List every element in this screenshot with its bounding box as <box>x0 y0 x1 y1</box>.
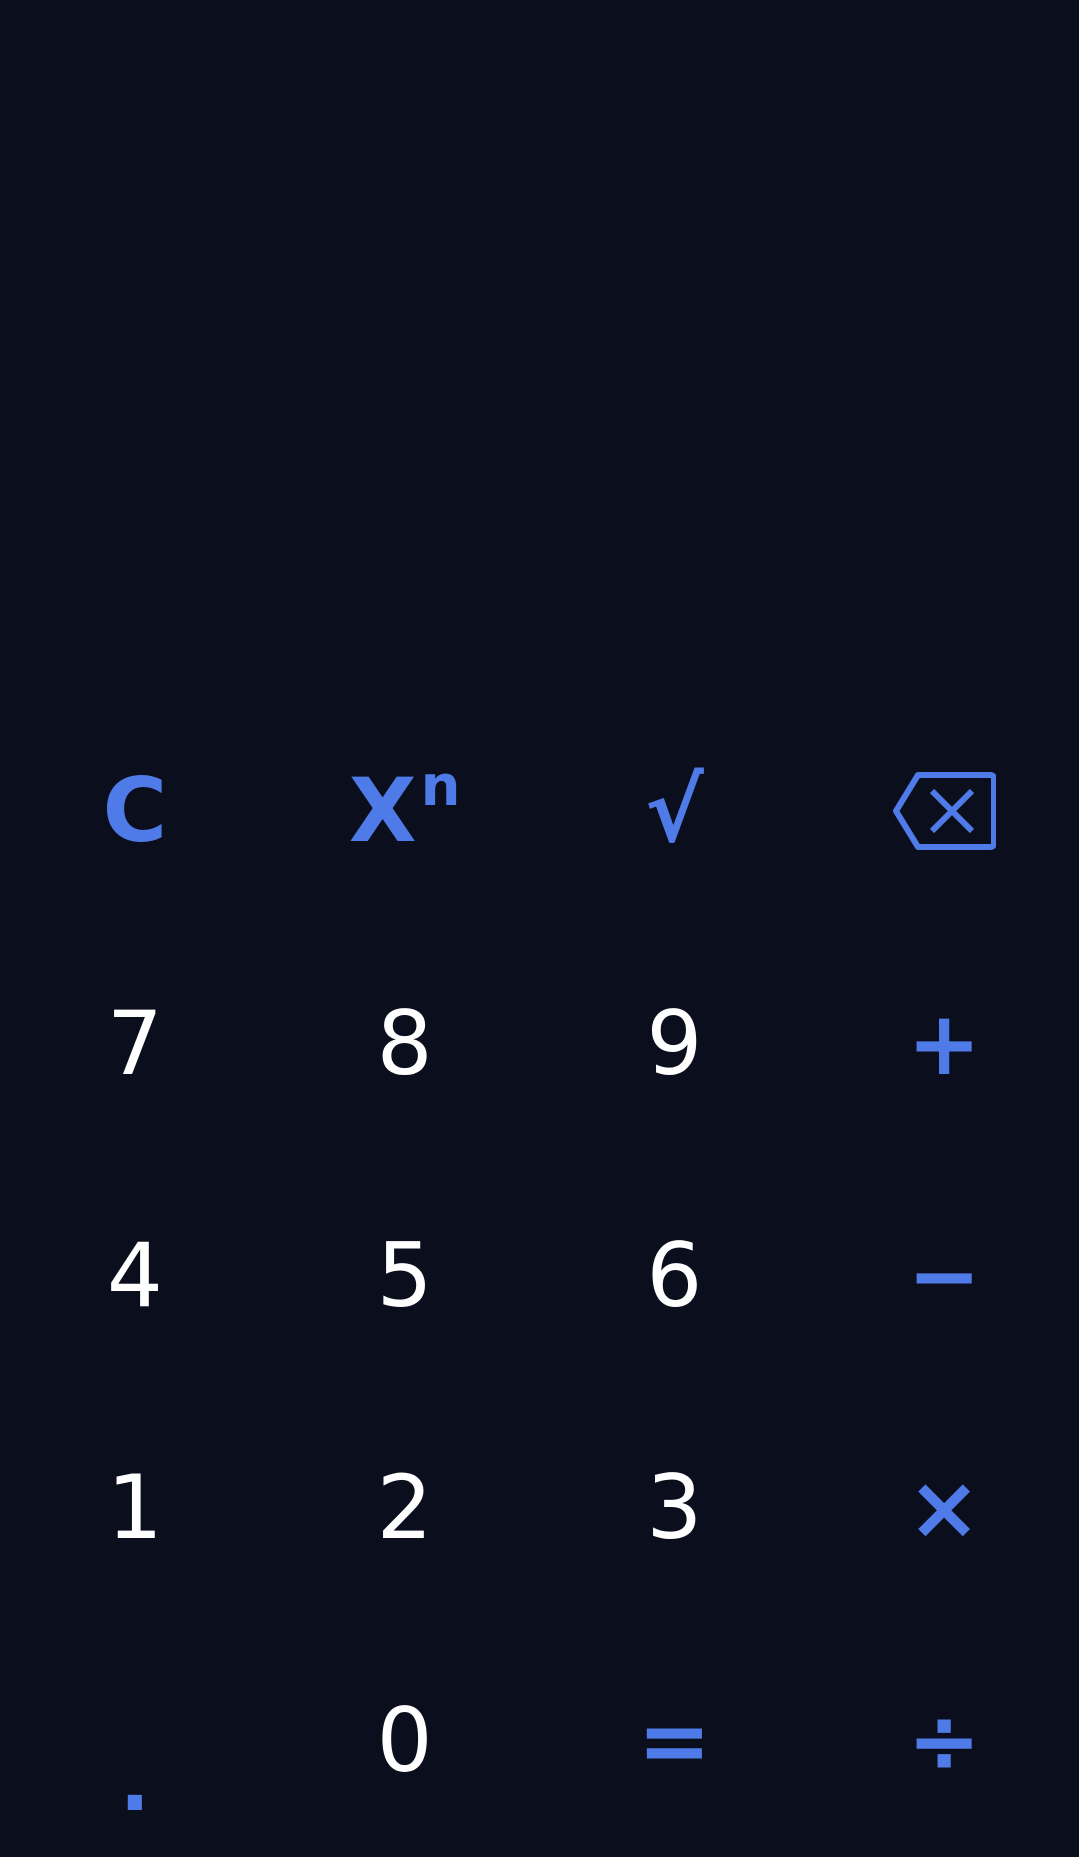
multiply-label: × <box>907 1456 981 1560</box>
keypad: C Xn √ 7 8 9 + 4 5 6 − 1 2 3 × . 0 = ÷ <box>0 695 1079 1857</box>
power-exponent-label: n <box>420 754 461 820</box>
digit-6-label: 6 <box>646 1223 703 1327</box>
digit-0-label: 0 <box>376 1688 433 1792</box>
backspace-button[interactable] <box>809 695 1079 927</box>
digit-8-button[interactable]: 8 <box>270 927 540 1159</box>
plus-button[interactable]: + <box>809 927 1079 1159</box>
sqrt-label: √ <box>645 759 704 863</box>
digit-1-label: 1 <box>106 1456 163 1560</box>
decimal-point-label: . <box>119 1735 151 1829</box>
digit-2-button[interactable]: 2 <box>270 1392 540 1624</box>
digit-9-button[interactable]: 9 <box>540 927 810 1159</box>
digit-0-button[interactable]: 0 <box>270 1625 540 1857</box>
backspace-icon <box>892 771 997 851</box>
power-button[interactable]: Xn <box>270 695 540 927</box>
digit-2-label: 2 <box>376 1456 433 1560</box>
decimal-point-button[interactable]: . <box>0 1625 270 1857</box>
minus-button[interactable]: − <box>809 1160 1079 1392</box>
sqrt-button[interactable]: √ <box>540 695 810 927</box>
equals-button[interactable]: = <box>540 1625 810 1857</box>
digit-5-button[interactable]: 5 <box>270 1160 540 1392</box>
clear-button[interactable]: C <box>0 695 270 927</box>
digit-9-label: 9 <box>646 991 703 1095</box>
digit-4-label: 4 <box>106 1223 163 1327</box>
clear-label: C <box>102 759 168 863</box>
digit-1-button[interactable]: 1 <box>0 1392 270 1624</box>
digit-6-button[interactable]: 6 <box>540 1160 810 1392</box>
power-label: Xn <box>349 759 461 855</box>
minus-label: − <box>907 1223 981 1327</box>
digit-8-label: 8 <box>376 991 433 1095</box>
divide-button[interactable]: ÷ <box>809 1625 1079 1857</box>
digit-7-button[interactable]: 7 <box>0 927 270 1159</box>
digit-3-button[interactable]: 3 <box>540 1392 810 1624</box>
multiply-button[interactable]: × <box>809 1392 1079 1624</box>
equals-label: = <box>637 1688 712 1792</box>
divide-label: ÷ <box>907 1688 981 1792</box>
power-base-label: X <box>348 759 417 863</box>
calculator-display <box>0 0 1079 700</box>
digit-7-label: 7 <box>106 991 163 1095</box>
digit-3-label: 3 <box>646 1456 703 1560</box>
plus-label: + <box>907 991 981 1095</box>
digit-4-button[interactable]: 4 <box>0 1160 270 1392</box>
digit-5-label: 5 <box>376 1223 433 1327</box>
